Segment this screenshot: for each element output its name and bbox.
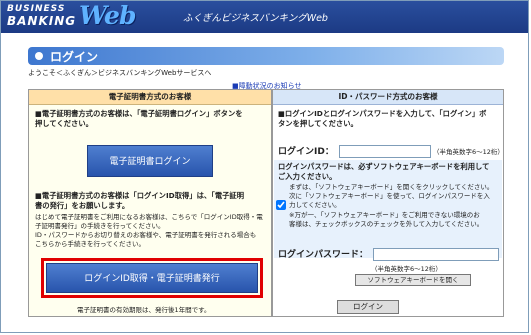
cert-login-button[interactable]: 電子証明書ログイン [87, 145, 213, 177]
sw-keyboard-note-line2: ご入力ください。 [278, 172, 337, 181]
sw-keyboard-note-line1: ログインパスワードは、必ずソフトウェアキーボードを利用して [278, 162, 490, 171]
logo-web-text: Web [79, 1, 136, 30]
password-instruction-line2: タンを押してください。 [278, 119, 358, 128]
software-keyboard-checkbox[interactable] [276, 200, 286, 210]
issue-note-line1: はじめて電子証明書をご利用になるお客様は、こちらで「ログインID取得・電 [35, 213, 263, 221]
cert-instruction-line1: ■電子証明書方式のお客様は、「電子証明書ログイン」ボタンを [35, 109, 243, 118]
login-button[interactable]: ログイン [337, 300, 399, 314]
header-banner: BUSINESS BANKING Web ふくぎんビジネスバンキングWeb [1, 1, 528, 33]
breadcrumb: ようこそ＜ふくぎん＞ビジネスバンキングWebサービスへ [28, 69, 212, 77]
issue-instruction-line1: ■電子証明書方式のお客様は「ログインID取得」は、「電子証明 [35, 191, 245, 200]
password-label: ログインパスワード： [278, 250, 369, 260]
login-id-input[interactable] [339, 145, 431, 158]
sw-keyboard-step1: まずは、「ソフトウェアキーボード」を開くをクリックしてください。 [289, 183, 494, 191]
page-title: ログイン [50, 50, 99, 64]
issue-note-line3: ID・パスワードからお切り替えのお客様や、電子証明書を発行される場合も [35, 231, 257, 239]
sw-keyboard-step3: 力してください。 [289, 201, 341, 209]
login-id-issue-button[interactable]: ログインID取得・電子証明書発行 [46, 263, 258, 293]
certificate-login-panel: 電子証明書方式のお客様 ■電子証明書方式のお客様は、「電子証明書ログイン」ボタン… [28, 89, 272, 317]
header-tagline: ふくぎんビジネスバンキングWeb [183, 13, 328, 24]
open-software-keyboard-button[interactable]: ソフトウェアキーボードを開く [355, 274, 471, 286]
login-id-hint: （半角英数字6～12桁） [433, 148, 504, 156]
page-title-bar: ログイン [28, 47, 504, 65]
password-input[interactable] [373, 248, 499, 261]
issue-note-line4: こちらから手続きを行ってください。 [35, 240, 145, 248]
password-hint: （半角英数字6～12桁） [371, 265, 442, 273]
password-panel-heading: ID・パスワード方式のお客様 [273, 90, 503, 105]
sw-keyboard-warning-line2: 客様は、チェックボックスのチェックを外して入力してください。 [289, 220, 484, 228]
certificate-panel-heading: 電子証明書方式のお客様 [29, 90, 271, 105]
sw-keyboard-warning-line1: ※万が一、「ソフトウェアキーボード」をご利用できない環境のお [289, 211, 480, 219]
logo-banking-text: BANKING [7, 14, 77, 28]
issue-note-line2: 子証明書発行」の手続きを行ってください。 [35, 222, 165, 230]
password-instruction-line1: ■ログインIDとログインパスワードを入力して、「ログイン」ボ [278, 109, 487, 118]
sw-keyboard-step2: 次に「ソフトウェアキーボード」を使って、ログインパスワードを入 [289, 192, 490, 200]
title-bullet-icon [35, 52, 43, 60]
id-password-login-panel: ID・パスワード方式のお客様 ■ログインIDとログインパスワードを入力して、「ロ… [272, 89, 504, 317]
cert-validity-note: 電子証明書の有効期限は、発行後1年間です。 [77, 306, 211, 314]
logo-business-text: BUSINESS [7, 4, 66, 14]
issue-instruction-line2: 書の発行」をお願いします。 [35, 201, 130, 210]
login-id-label: ログインID： [278, 147, 334, 157]
cert-instruction-line2: 押してください。 [35, 119, 93, 128]
